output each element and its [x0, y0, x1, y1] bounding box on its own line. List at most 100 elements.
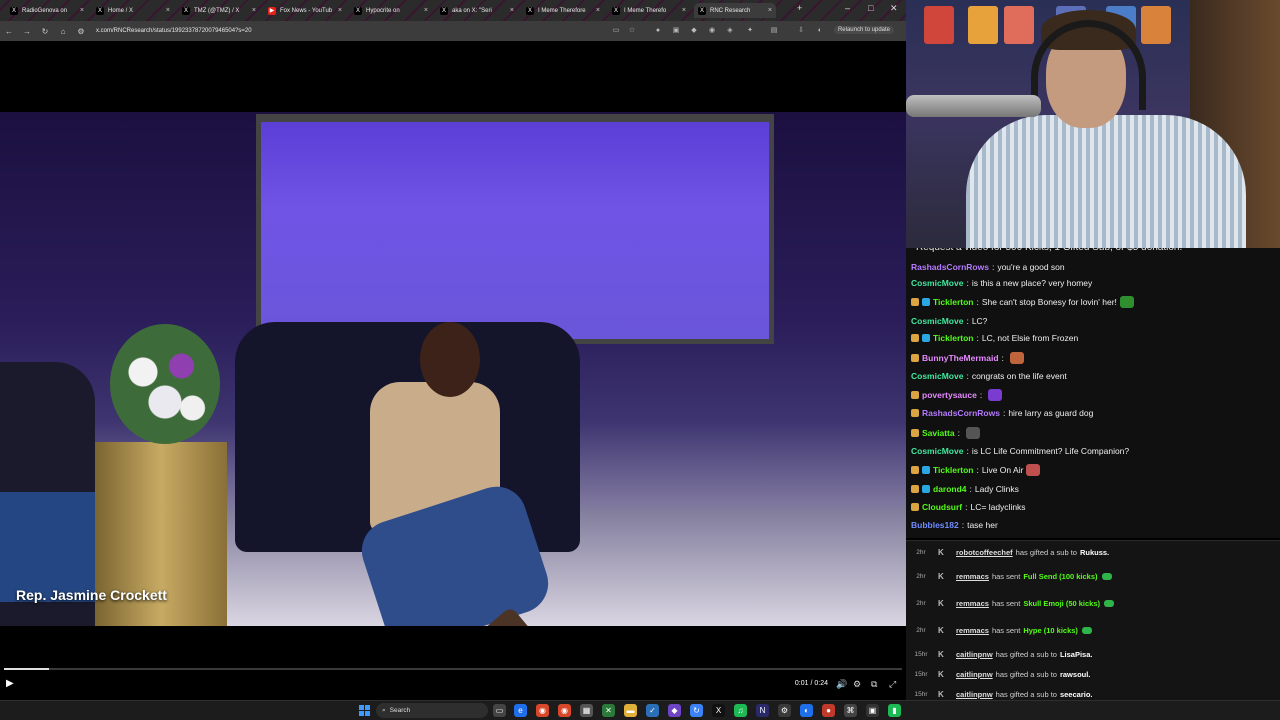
app-icon[interactable]: ▮	[888, 704, 901, 717]
bookmark-star-icon[interactable]: ☆	[628, 27, 636, 35]
browser-tab[interactable]: X I Meme Therefo ×	[608, 3, 690, 18]
chat-username[interactable]: Ticklerton	[933, 333, 973, 343]
close-tab-icon[interactable]: ×	[768, 7, 772, 14]
fullscreen-icon[interactable]: ⤢	[889, 679, 896, 690]
chat-username[interactable]: Saviatta	[922, 428, 955, 438]
chat-username[interactable]: Ticklerton	[933, 297, 973, 307]
forward-icon[interactable]: →	[18, 27, 36, 36]
close-tab-icon[interactable]: ×	[424, 7, 428, 14]
windows-start-icon[interactable]	[359, 705, 370, 716]
cast-icon[interactable]: ▭	[612, 27, 620, 35]
chat-username[interactable]: BunnyTheMermaid	[922, 353, 999, 363]
event-user[interactable]: robotcoffeechef	[956, 548, 1013, 557]
chat-separator: :	[961, 520, 965, 530]
app-icon[interactable]: ●	[822, 704, 835, 717]
spotify-icon[interactable]: ♫	[734, 704, 747, 717]
app-icon[interactable]: ◆	[668, 704, 681, 717]
pip-icon[interactable]: ⧉	[871, 679, 877, 690]
browser-tab[interactable]: X TMZ (@TMZ) / X ×	[178, 3, 260, 18]
url-field[interactable]: x.com/RNCResearch/status/199233787200794…	[96, 28, 252, 34]
download-icon[interactable]: ⇩	[797, 27, 805, 35]
extension-icon[interactable]: ▣	[672, 27, 680, 35]
new-tab-icon[interactable]: +	[797, 3, 802, 13]
event-user[interactable]: remmacs	[956, 626, 989, 635]
extension-icon[interactable]: ●	[654, 27, 662, 35]
chat-username[interactable]: CosmicMove	[911, 446, 963, 456]
chat-username[interactable]: darond4	[933, 484, 967, 494]
chat-username[interactable]: CosmicMove	[911, 371, 963, 381]
task-view-icon[interactable]: ▭	[493, 704, 506, 717]
chat-separator: :	[976, 297, 979, 307]
close-tab-icon[interactable]: ×	[682, 7, 686, 14]
chat-separator: :	[965, 502, 968, 512]
extension-icon[interactable]: ◈	[726, 27, 734, 35]
relaunch-button[interactable]: Relaunch to update	[833, 26, 894, 34]
video-progress-bar[interactable]	[4, 668, 902, 670]
play-icon[interactable]: ▶	[6, 678, 14, 689]
app-icon[interactable]: ↻	[690, 704, 703, 717]
app-icon[interactable]: ✓	[646, 704, 659, 717]
app-icon[interactable]: ⚙	[778, 704, 791, 717]
extension-icon[interactable]: ◉	[708, 27, 716, 35]
youtube-icon: ▶	[268, 6, 276, 15]
extension-icon[interactable]: ◆	[690, 27, 698, 35]
chat-text: LC?	[971, 316, 988, 326]
browser-tab[interactable]: X RadioGenova on ×	[6, 3, 88, 18]
taskbar-search[interactable]: ⌕ Search	[376, 703, 488, 718]
event-target: Skull Emoji (50 kicks)	[1023, 598, 1101, 608]
close-tab-icon[interactable]: ×	[80, 7, 84, 14]
event-user[interactable]: remmacs	[956, 572, 989, 581]
event-user[interactable]: caitlinpnw	[956, 690, 993, 699]
event-user[interactable]: caitlinpnw	[956, 670, 993, 679]
app-icon[interactable]: ▦	[580, 704, 593, 717]
chat-username[interactable]: CosmicMove	[911, 278, 963, 288]
browser-tab[interactable]: X Home / X ×	[92, 3, 174, 18]
video-player[interactable]: Rep. Jasmine Crockett ▶ 0:01 / 0:24 🔊 ⚙ …	[0, 42, 906, 700]
back-icon[interactable]: ←	[0, 27, 18, 36]
browser-tab[interactable]: X Hypocrite on ×	[350, 3, 432, 18]
chat-username[interactable]: Bubbles182	[911, 520, 959, 530]
sidepanel-icon[interactable]: ▤	[770, 27, 778, 35]
close-tab-icon[interactable]: ×	[510, 7, 514, 14]
site-info-icon[interactable]: ⚙	[72, 27, 90, 36]
minimize-icon[interactable]: –	[845, 3, 850, 13]
event-user[interactable]: remmacs	[956, 599, 989, 608]
chrome-icon[interactable]: ◉	[558, 704, 571, 717]
extensions-puzzle-icon[interactable]: ✦	[746, 27, 754, 35]
volume-icon[interactable]: 🔊	[836, 679, 847, 690]
reload-icon[interactable]: ↻	[36, 27, 54, 36]
chat-username[interactable]: CosmicMove	[911, 316, 963, 326]
close-tab-icon[interactable]: ×	[596, 7, 600, 14]
chat-emote-icon	[965, 427, 980, 439]
app-icon[interactable]: N	[756, 704, 769, 717]
app-icon[interactable]: ▣	[866, 704, 879, 717]
chat-username[interactable]: RashadsCornRows	[922, 408, 1000, 418]
chat-username[interactable]: RashadsCornRows	[911, 262, 989, 272]
tab-label: I Meme Therefo	[624, 7, 667, 14]
home-icon[interactable]: ⌂	[54, 27, 72, 36]
tab-label: Hypocrite on	[366, 7, 400, 14]
close-tab-icon[interactable]: ×	[166, 7, 170, 14]
browser-tab[interactable]: Xaka on X: "Seri ×	[436, 3, 518, 18]
close-window-icon[interactable]: ✕	[890, 3, 898, 14]
maximize-icon[interactable]: □	[868, 3, 873, 13]
x-app-icon[interactable]: X	[712, 704, 725, 717]
chat-username[interactable]: Ticklerton	[933, 465, 973, 475]
edge-icon[interactable]: e	[514, 704, 527, 717]
close-tab-icon[interactable]: ×	[252, 7, 256, 14]
browser-tab[interactable]: X I Meme Therefore ×	[522, 3, 604, 18]
chrome-icon[interactable]: ◉	[536, 704, 549, 717]
browser-tab[interactable]: X RNC Research ×	[694, 3, 776, 18]
file-explorer-icon[interactable]: ▬	[624, 704, 637, 717]
chat-username[interactable]: Cloudsurf	[922, 502, 962, 512]
browser-window: X RadioGenova on × X Home / X × X TMZ (@TMZ) / …	[0, 0, 906, 700]
app-icon[interactable]: ⌘	[844, 704, 857, 717]
settings-icon[interactable]: ⚙	[853, 679, 861, 690]
event-user[interactable]: caitlinpnw	[956, 650, 993, 659]
browser-tab[interactable]: ▶ Fox News - YouTub ×	[264, 3, 346, 18]
app-icon[interactable]: ✕	[602, 704, 615, 717]
chat-username[interactable]: povertysauce	[922, 390, 977, 400]
profile-icon[interactable]: ◐	[816, 27, 824, 35]
close-tab-icon[interactable]: ×	[338, 7, 342, 14]
app-icon[interactable]: ◐	[800, 704, 813, 717]
